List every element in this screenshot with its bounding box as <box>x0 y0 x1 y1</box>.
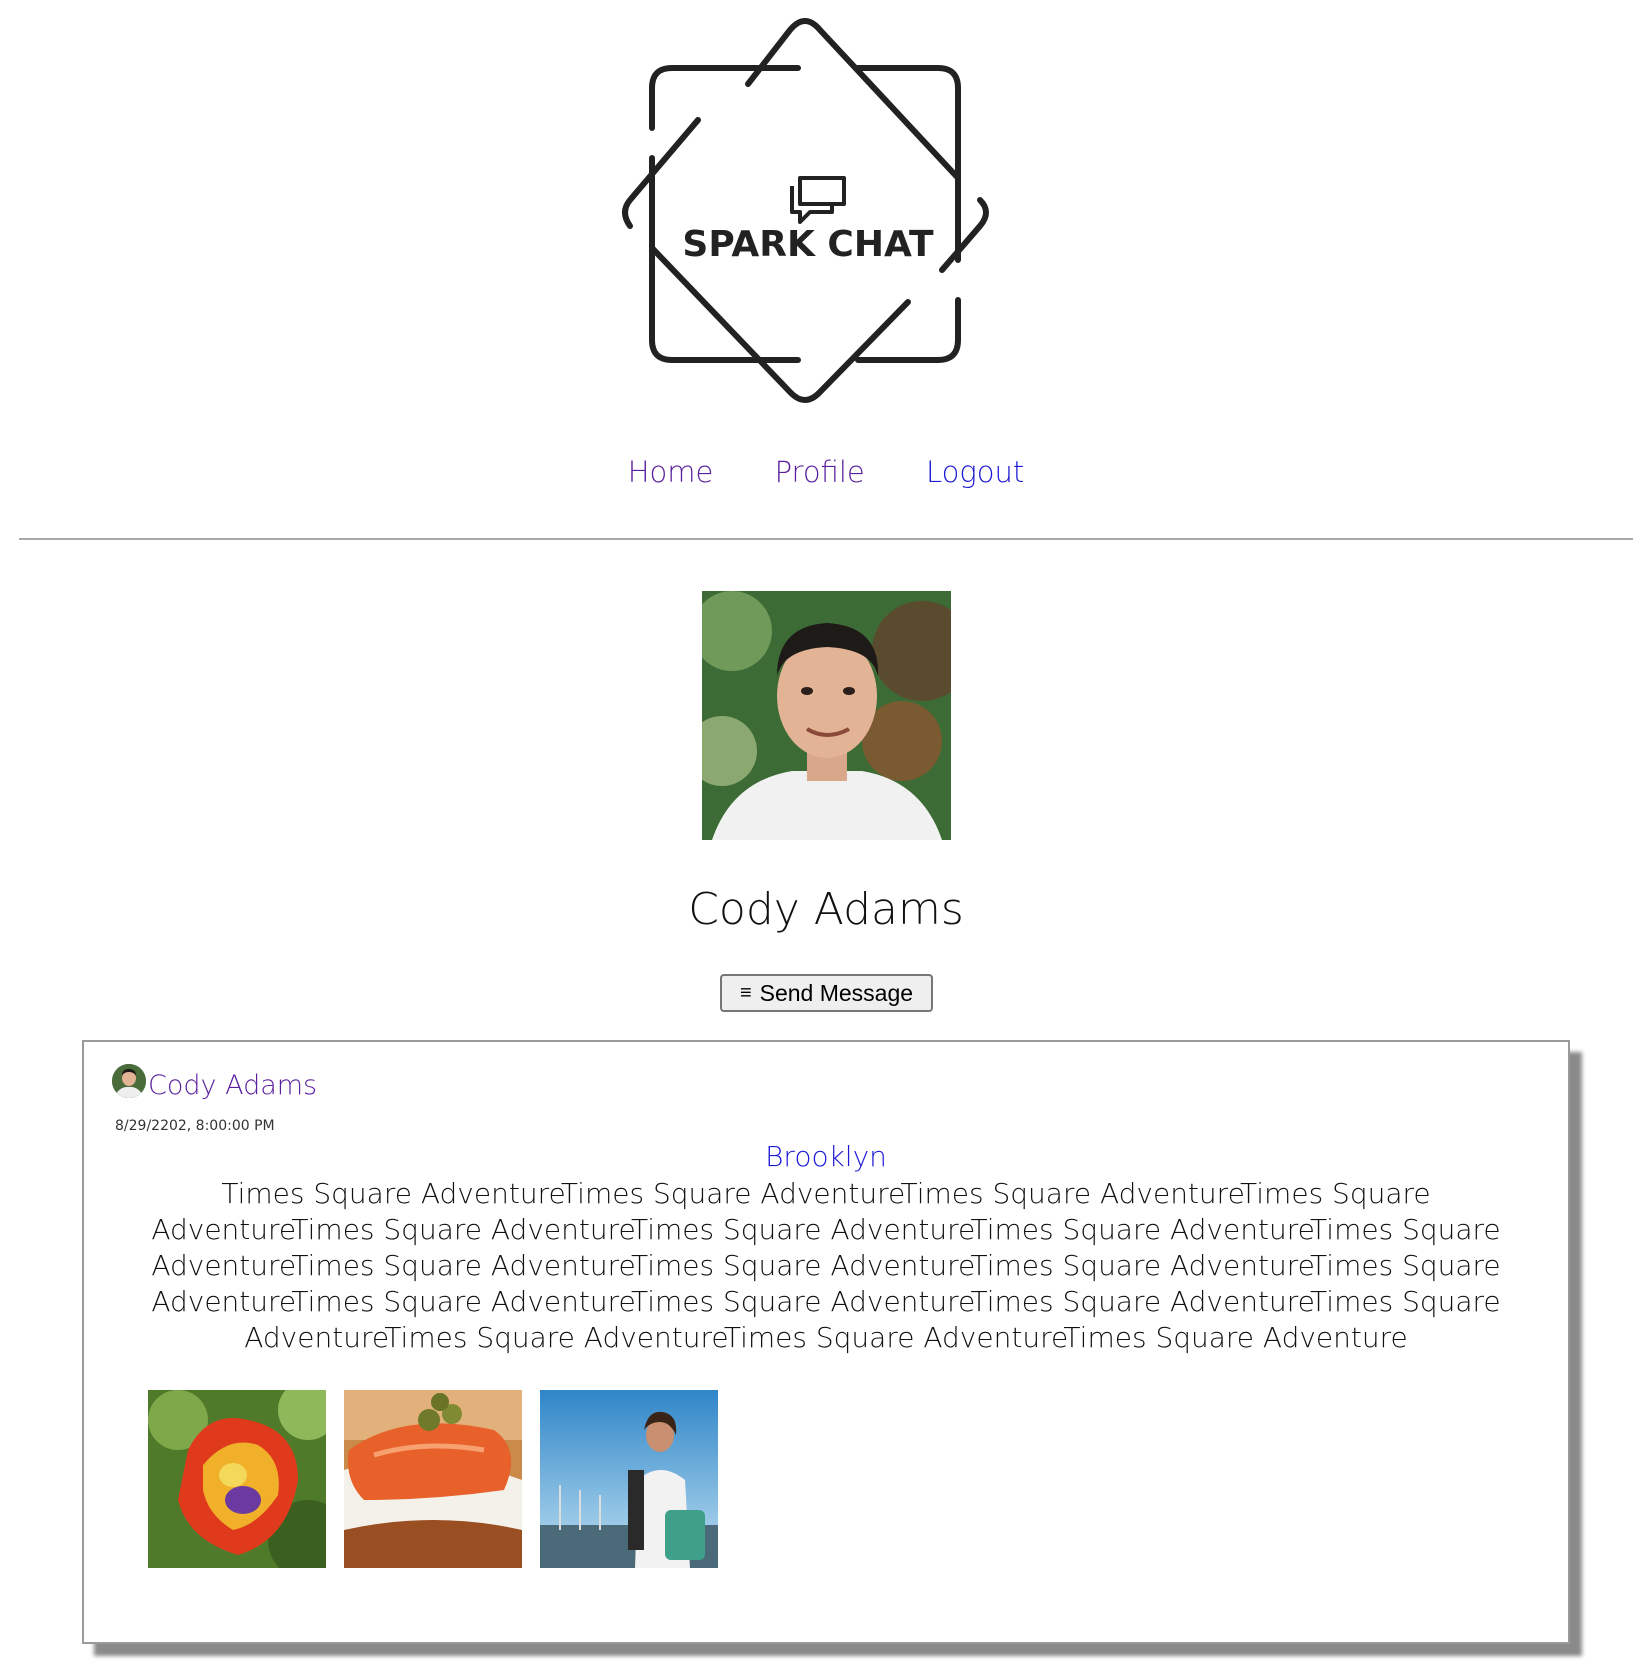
post-image-person-harbor[interactable] <box>540 1390 718 1568</box>
nav-logout-link[interactable]: Logout <box>926 455 1024 489</box>
post-location-link[interactable]: Brooklyn <box>84 1140 1568 1173</box>
send-message-button[interactable]: ≡ Send Message <box>720 974 933 1012</box>
header-divider <box>19 538 1633 540</box>
send-message-label: Send Message <box>759 979 914 1006</box>
main-nav: Home Profile Logout <box>0 455 1652 489</box>
profile-photo <box>702 591 951 840</box>
post-author-link[interactable]: Cody Adams <box>112 1063 318 1101</box>
post-images <box>148 1390 718 1568</box>
profile-name: Cody Adams <box>688 884 964 935</box>
post-body: Times Square AdventureTimes Square Adven… <box>151 1177 1501 1354</box>
chat-bubbles-icon <box>790 176 846 224</box>
site-logo: SPARK CHAT <box>620 0 1040 430</box>
post-date: 8/29/2202, 8:00:00 PM <box>115 1118 275 1134</box>
post-card: Cody Adams 8/29/2202, 8:00:00 PM Brookly… <box>82 1040 1570 1644</box>
nav-home-link[interactable]: Home <box>628 455 714 489</box>
post-image-flower[interactable] <box>148 1390 326 1568</box>
nav-profile-link[interactable]: Profile <box>775 455 865 489</box>
post-image-salmon-toast[interactable] <box>344 1390 522 1568</box>
post-author-name: Cody Adams <box>148 1070 318 1101</box>
logo-text: SPARK CHAT <box>682 224 934 265</box>
author-avatar <box>112 1063 146 1098</box>
menu-icon: ≡ <box>739 982 752 1004</box>
logo-graphic: SPARK CHAT <box>622 18 989 403</box>
